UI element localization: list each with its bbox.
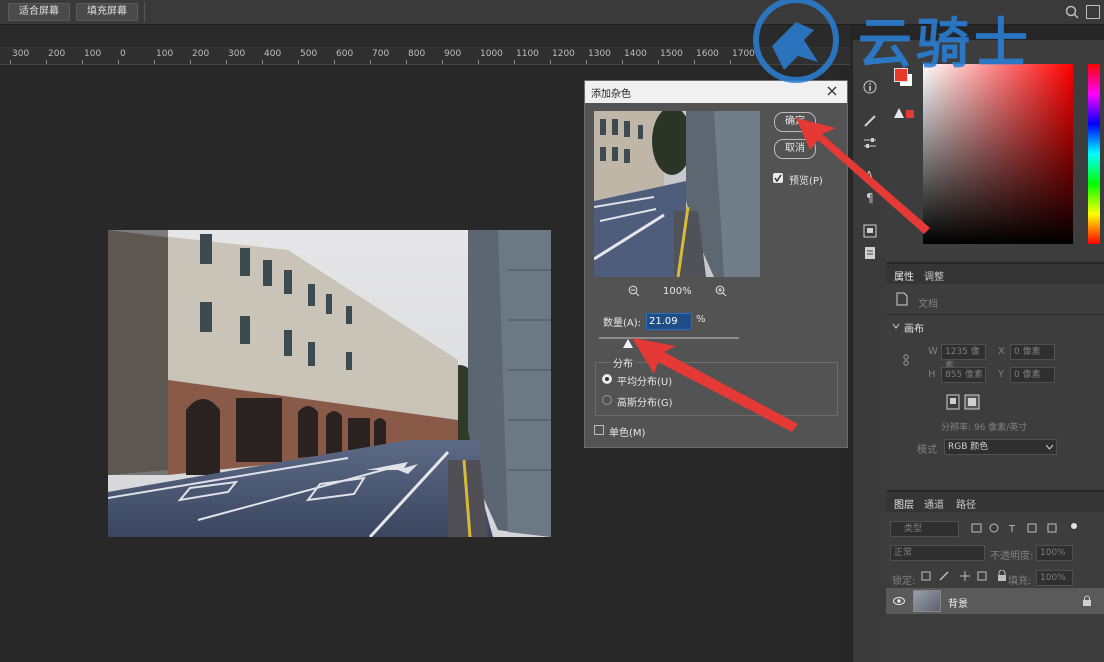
annotation-arrows bbox=[632, 118, 930, 432]
